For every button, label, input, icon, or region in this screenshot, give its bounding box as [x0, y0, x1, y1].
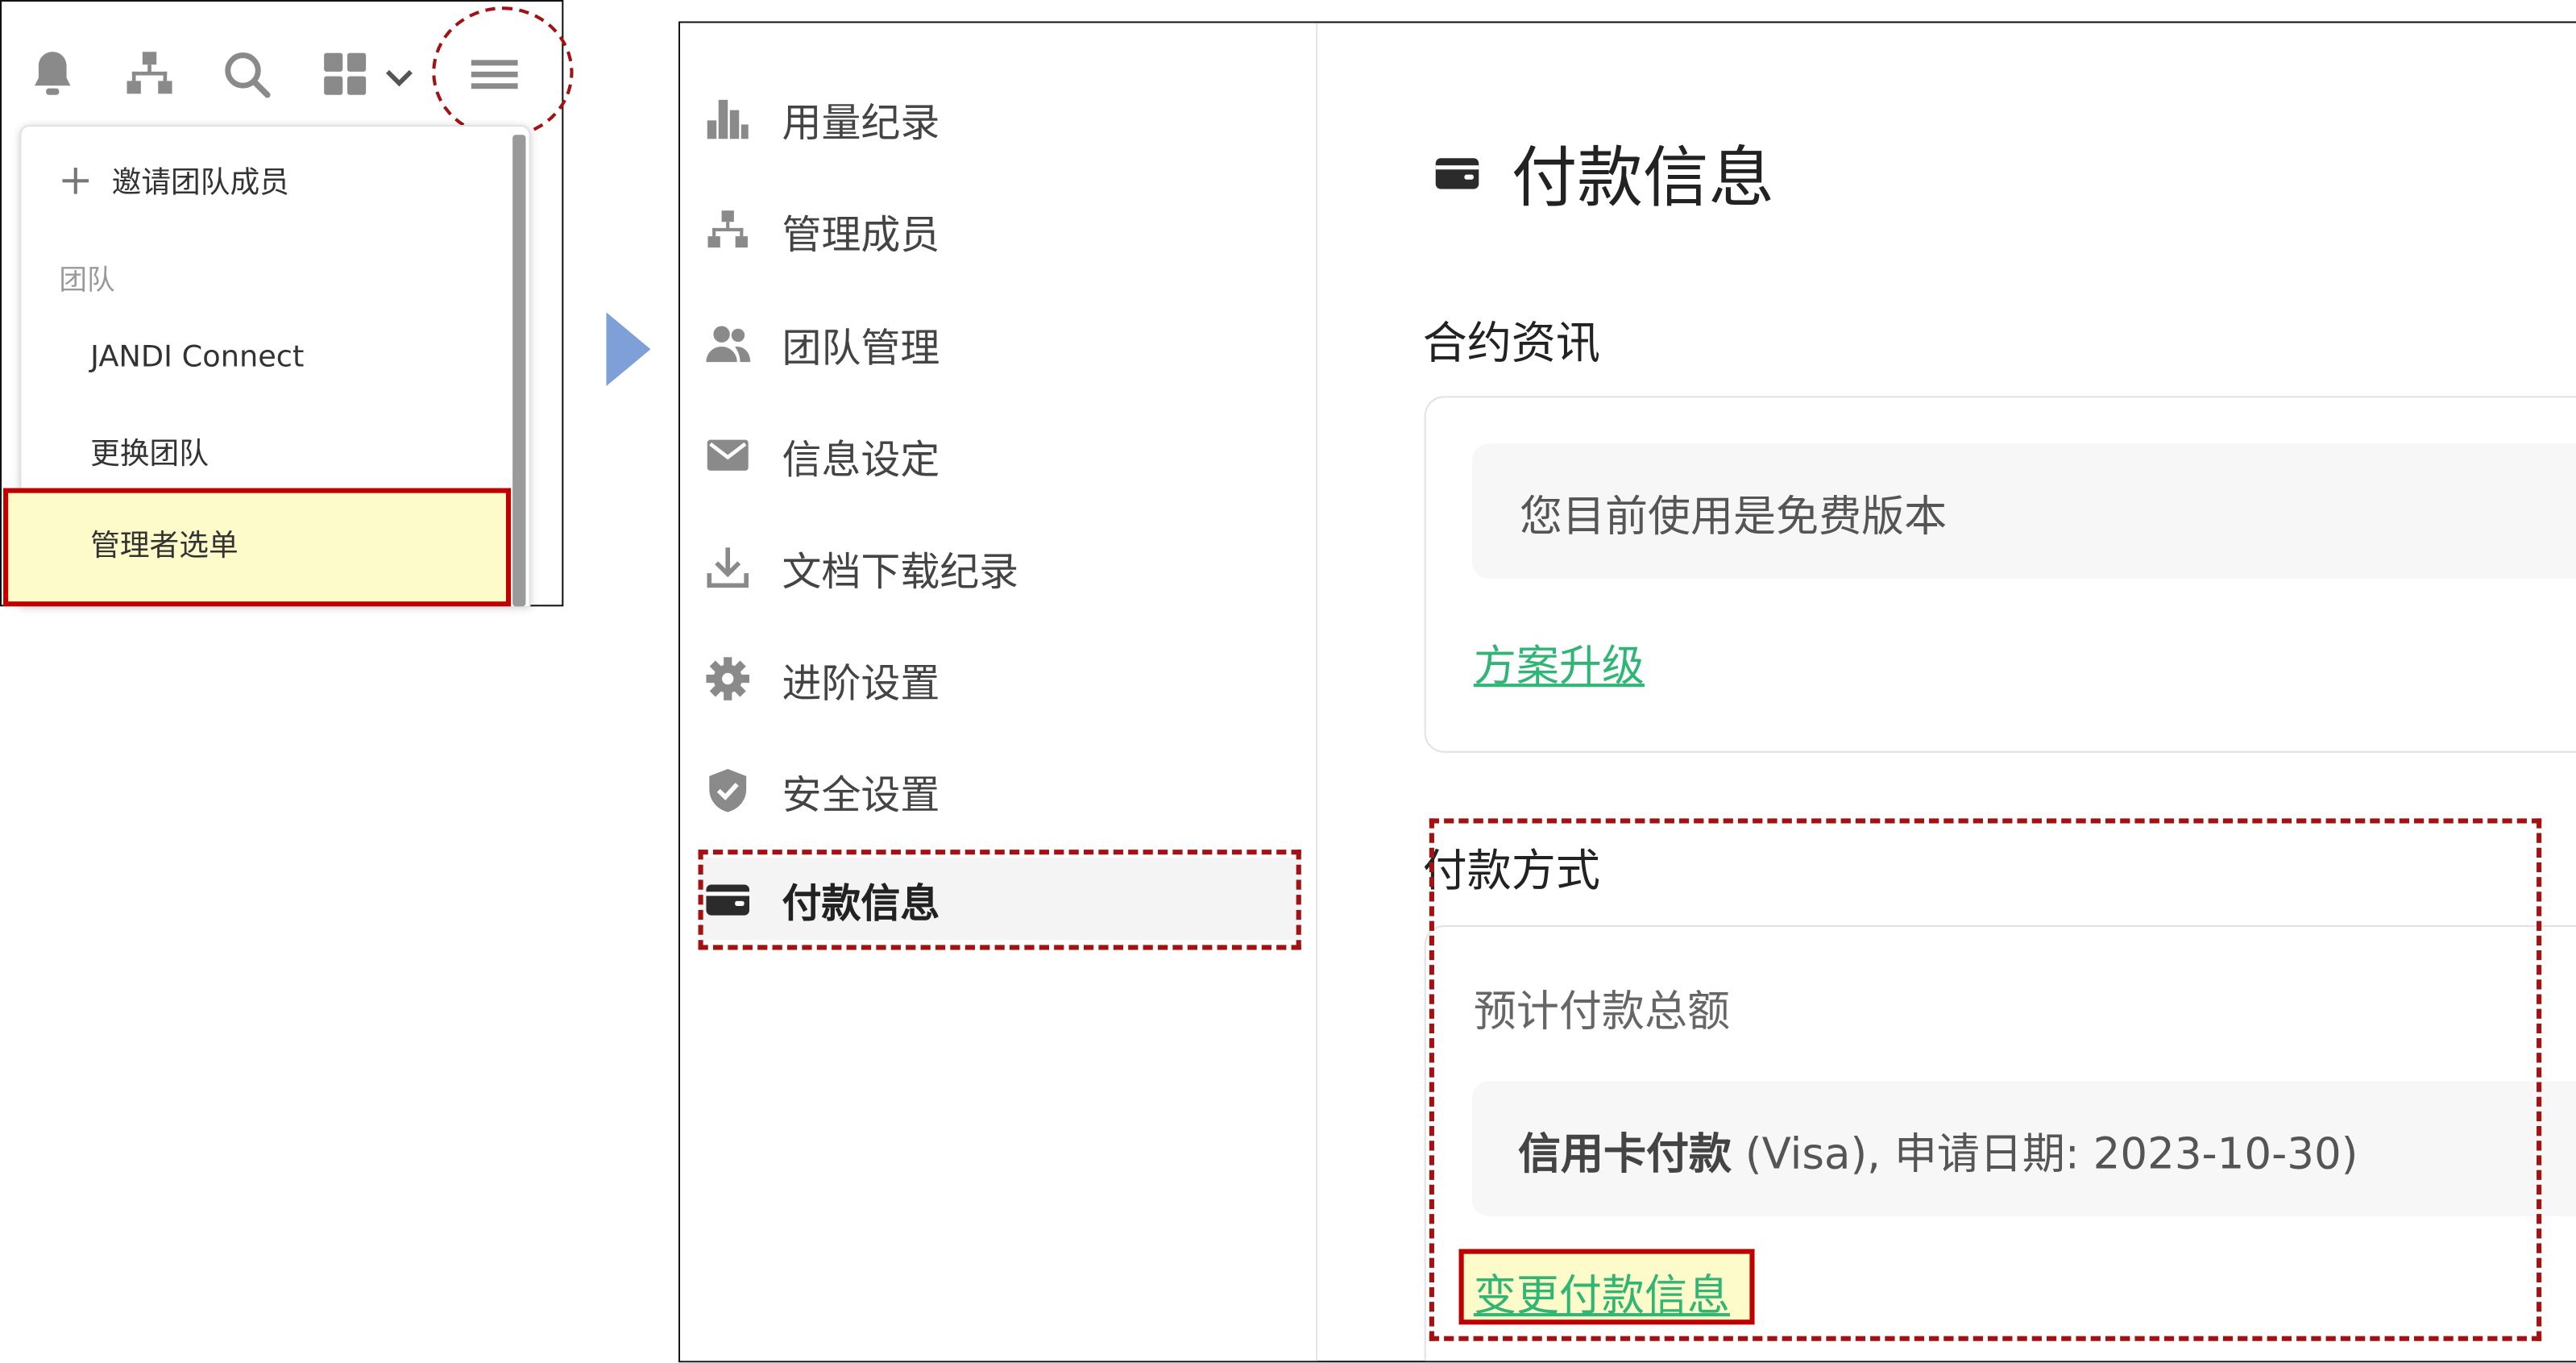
admin-menu-highlight: [3, 488, 512, 607]
sidebar-item-usage[interactable]: 用量纪录: [680, 77, 1317, 160]
gear-icon: [703, 654, 753, 703]
sidebar-item-advanced[interactable]: 进阶设置: [680, 638, 1317, 720]
upgrade-plan-link[interactable]: 方案升级: [1474, 633, 1645, 693]
sidebar-item-label: 管理成员: [782, 210, 940, 258]
page-title: 付款信息: [1511, 141, 1775, 218]
play-triangle-icon: [606, 312, 651, 387]
sidebar-item-label: 信息设定: [782, 436, 940, 483]
payment-menu-callout: [698, 850, 1301, 950]
envelope-icon: [703, 430, 753, 480]
contract-card: 您目前使用是免费版本 方案升级: [1424, 396, 2576, 753]
sidebar-item-label: 用量纪录: [782, 99, 940, 146]
sidebar-item-label: 安全设置: [782, 771, 940, 818]
wallet-icon: [1433, 148, 1482, 197]
payment-section-callout: [1429, 818, 2542, 1341]
admin-sidebar: 用量纪录 管理成员 团队管理 信息设定 文档下载纪录 进阶设置 安全设置 付款信…: [680, 23, 1318, 1361]
team-section-header: 团队: [59, 264, 115, 298]
dropdown-scrollbar[interactable]: [512, 135, 526, 607]
shield-icon: [703, 766, 753, 815]
bell-icon[interactable]: [25, 46, 81, 102]
sidebar-item-members[interactable]: 管理成员: [680, 189, 1317, 271]
dropdown-item-jandi-connect[interactable]: JANDI Connect: [90, 340, 304, 375]
sidebar-item-label: 团队管理: [782, 324, 940, 371]
bar-chart-icon: [703, 93, 753, 143]
search-icon[interactable]: [218, 46, 274, 102]
users-icon: [703, 319, 753, 368]
page-header: 付款信息: [1433, 125, 1774, 220]
sidebar-item-download-log[interactable]: 文档下载纪录: [680, 526, 1317, 608]
menu-callout-circle: [432, 6, 574, 139]
sidebar-item-label: 文档下载纪录: [782, 547, 1019, 595]
contract-section-title: 合约资讯: [1422, 318, 1600, 370]
plan-status-text: 您目前使用是免费版本: [1519, 492, 1948, 542]
apps-grid-icon[interactable]: [317, 46, 373, 102]
dropdown-item-admin-menu[interactable]: 管理者选单: [90, 522, 239, 565]
plan-status-box: 您目前使用是免费版本: [1471, 443, 2576, 579]
sidebar-item-label: 进阶设置: [782, 659, 940, 706]
invite-member-item[interactable]: 邀请团队成员: [59, 158, 289, 204]
sidebar-item-messages[interactable]: 信息设定: [680, 414, 1317, 497]
sidebar-item-security[interactable]: 安全设置: [680, 750, 1317, 832]
plus-icon: [59, 164, 92, 197]
download-icon: [703, 542, 753, 592]
org-chart-icon[interactable]: [122, 46, 177, 102]
invite-member-label: 邀请团队成员: [111, 165, 289, 201]
chevron-down-icon[interactable]: [383, 46, 416, 102]
dropdown-item-switch-team[interactable]: 更换团队: [90, 430, 209, 473]
sidebar-item-team[interactable]: 团队管理: [680, 302, 1317, 384]
org-chart-icon: [703, 206, 753, 255]
